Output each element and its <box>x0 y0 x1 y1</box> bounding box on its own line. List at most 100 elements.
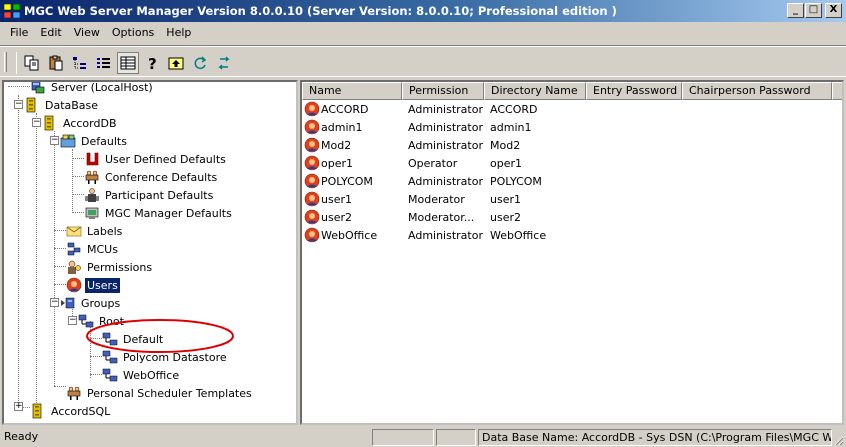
column-header-chairperson-password[interactable]: Chairperson Password <box>682 82 832 100</box>
table-row[interactable]: admin1 Administrator admin1 <box>302 118 586 136</box>
list-view-icon <box>97 58 110 68</box>
conference-icon <box>67 386 81 400</box>
column-header-entry-password[interactable]: Entry Password <box>586 82 682 100</box>
tree-line <box>36 113 37 403</box>
close-button[interactable]: X <box>825 3 842 18</box>
table-row[interactable]: Mod2 Administrator Mod2 <box>302 136 586 154</box>
user-icon <box>304 173 320 189</box>
expand-accordsql-toggle[interactable]: + <box>14 402 23 411</box>
cell-directory-name: ACCORD <box>490 102 538 116</box>
tree-item-server[interactable]: Server (LocalHost) <box>30 82 155 96</box>
collapse-root-toggle[interactable]: − <box>68 316 77 325</box>
tree-item-permissions[interactable]: Permissions <box>66 258 154 276</box>
collapse-accorddb-toggle[interactable]: − <box>32 118 41 127</box>
cell-permission: Moderator... <box>408 210 475 224</box>
user-name: user2 <box>321 210 352 224</box>
tree-line <box>72 194 84 195</box>
tree-line <box>72 176 84 177</box>
resize-grip-icon[interactable] <box>832 434 844 446</box>
tree-line <box>8 86 30 87</box>
toolbar-grip[interactable] <box>4 52 7 72</box>
menu-view[interactable]: View <box>68 24 106 42</box>
title-bar[interactable]: MGC Web Server Manager Version 8.0.0.10 … <box>0 0 846 22</box>
user-defined-defaults-icon <box>86 152 99 166</box>
tree-line <box>54 386 66 387</box>
menu-help[interactable]: Help <box>160 24 197 42</box>
status-bar: Ready Data Base Name: AccordDB - Sys DSN… <box>0 427 846 447</box>
collapse-groups-toggle[interactable]: − <box>50 298 59 307</box>
swap-button[interactable] <box>213 52 235 74</box>
column-header-directory-name[interactable]: Directory Name <box>484 82 586 100</box>
user-name: user1 <box>321 192 352 206</box>
tree-view-button[interactable] <box>69 52 91 74</box>
tree-item-groups[interactable]: Groups <box>60 294 122 312</box>
table-row[interactable]: POLYCOM Administrator POLYCOM <box>302 172 586 190</box>
tree-item-accorddb[interactable]: AccordDB <box>42 114 119 132</box>
tree-item-root[interactable]: Root <box>78 312 126 330</box>
minimize-button[interactable]: _ <box>787 3 804 18</box>
cell-name: Mod2 <box>302 137 402 153</box>
user-icon <box>304 119 320 135</box>
tree-item-user-defined-defaults[interactable]: User Defined Defaults <box>84 150 228 168</box>
tree-label-permissions: Permissions <box>87 260 153 274</box>
mcu-icon <box>67 242 81 256</box>
tree-panel[interactable]: − − − − − + Server (LocalHost) DataBase … <box>2 80 298 425</box>
swap-icon <box>218 56 230 70</box>
cell-name: ACCORD <box>302 101 402 117</box>
tree-item-accordsql[interactable]: AccordSQL <box>30 402 112 420</box>
tree-label-conference-defaults: Conference Defaults <box>105 170 218 184</box>
status-text: Ready <box>4 430 39 443</box>
tree-item-participant-defaults[interactable]: Participant Defaults <box>84 186 215 204</box>
server-icon <box>31 82 45 94</box>
toolbar: ? <box>0 45 846 77</box>
tree-item-personal-scheduler-templates[interactable]: Personal Scheduler Templates <box>66 384 254 402</box>
table-row[interactable]: WebOffice Administrator WebOffice <box>302 226 586 244</box>
tree-item-conference-defaults[interactable]: Conference Defaults <box>84 168 219 186</box>
maximize-button[interactable]: □ <box>805 3 822 18</box>
paste-button[interactable] <box>45 52 67 74</box>
tree-item-defaults[interactable]: Defaults <box>60 132 129 150</box>
tree-line <box>54 284 66 285</box>
table-row[interactable]: user2 Moderator... user2 <box>302 208 586 226</box>
column-header-name[interactable]: Name <box>302 82 402 100</box>
users-list[interactable]: Name Permission Directory Name Entry Pas… <box>300 80 844 425</box>
tree-label-accordsql: AccordSQL <box>51 404 111 418</box>
tree-item-labels[interactable]: Labels <box>66 222 124 240</box>
menu-options[interactable]: Options <box>106 24 160 42</box>
tree-label-personal-scheduler-templates: Personal Scheduler Templates <box>87 386 252 400</box>
collapse-database-toggle[interactable]: − <box>14 100 23 109</box>
copy-icon <box>24 55 39 71</box>
copy-button[interactable] <box>21 52 43 74</box>
column-header-permission[interactable]: Permission <box>402 82 484 100</box>
tree-line <box>54 266 66 267</box>
up-folder-button[interactable] <box>165 52 187 74</box>
help-button[interactable]: ? <box>141 52 163 74</box>
tree-item-weboffice[interactable]: WebOffice <box>102 366 181 384</box>
group-folder-icon <box>102 350 118 364</box>
table-row[interactable]: ACCORD Administrator ACCORD <box>302 100 586 118</box>
details-view-button[interactable] <box>117 52 139 74</box>
table-row[interactable]: oper1 Operator oper1 <box>302 154 586 172</box>
tree-item-mcus[interactable]: MCUs <box>66 240 120 258</box>
user-icon <box>304 137 320 153</box>
table-row[interactable]: user1 Moderator user1 <box>302 190 586 208</box>
tree-item-users[interactable]: Users <box>66 276 121 294</box>
tree-label-participant-defaults: Participant Defaults <box>105 188 214 202</box>
user-icon <box>304 227 320 243</box>
cell-directory-name: POLYCOM <box>490 174 542 188</box>
tree-label-user-defined-defaults: User Defined Defaults <box>105 152 226 166</box>
tree-label-root: Root <box>99 314 124 328</box>
tree-label-mgc-manager-defaults: MGC Manager Defaults <box>105 206 232 220</box>
tree-item-polycom-datastore[interactable]: Polycom Datastore <box>102 348 229 366</box>
user-name: ACCORD <box>321 102 369 116</box>
list-view-button[interactable] <box>93 52 115 74</box>
menu-edit[interactable]: Edit <box>34 24 67 42</box>
tree-item-database[interactable]: DataBase <box>24 96 100 114</box>
menu-file[interactable]: File <box>4 24 34 42</box>
tree-item-default[interactable]: Default <box>102 330 165 348</box>
tree-item-mgc-manager-defaults[interactable]: MGC Manager Defaults <box>84 204 234 222</box>
groups-icon <box>61 297 75 309</box>
refresh-button[interactable] <box>189 52 211 74</box>
cell-name: admin1 <box>302 119 402 135</box>
collapse-defaults-toggle[interactable]: − <box>50 136 59 145</box>
